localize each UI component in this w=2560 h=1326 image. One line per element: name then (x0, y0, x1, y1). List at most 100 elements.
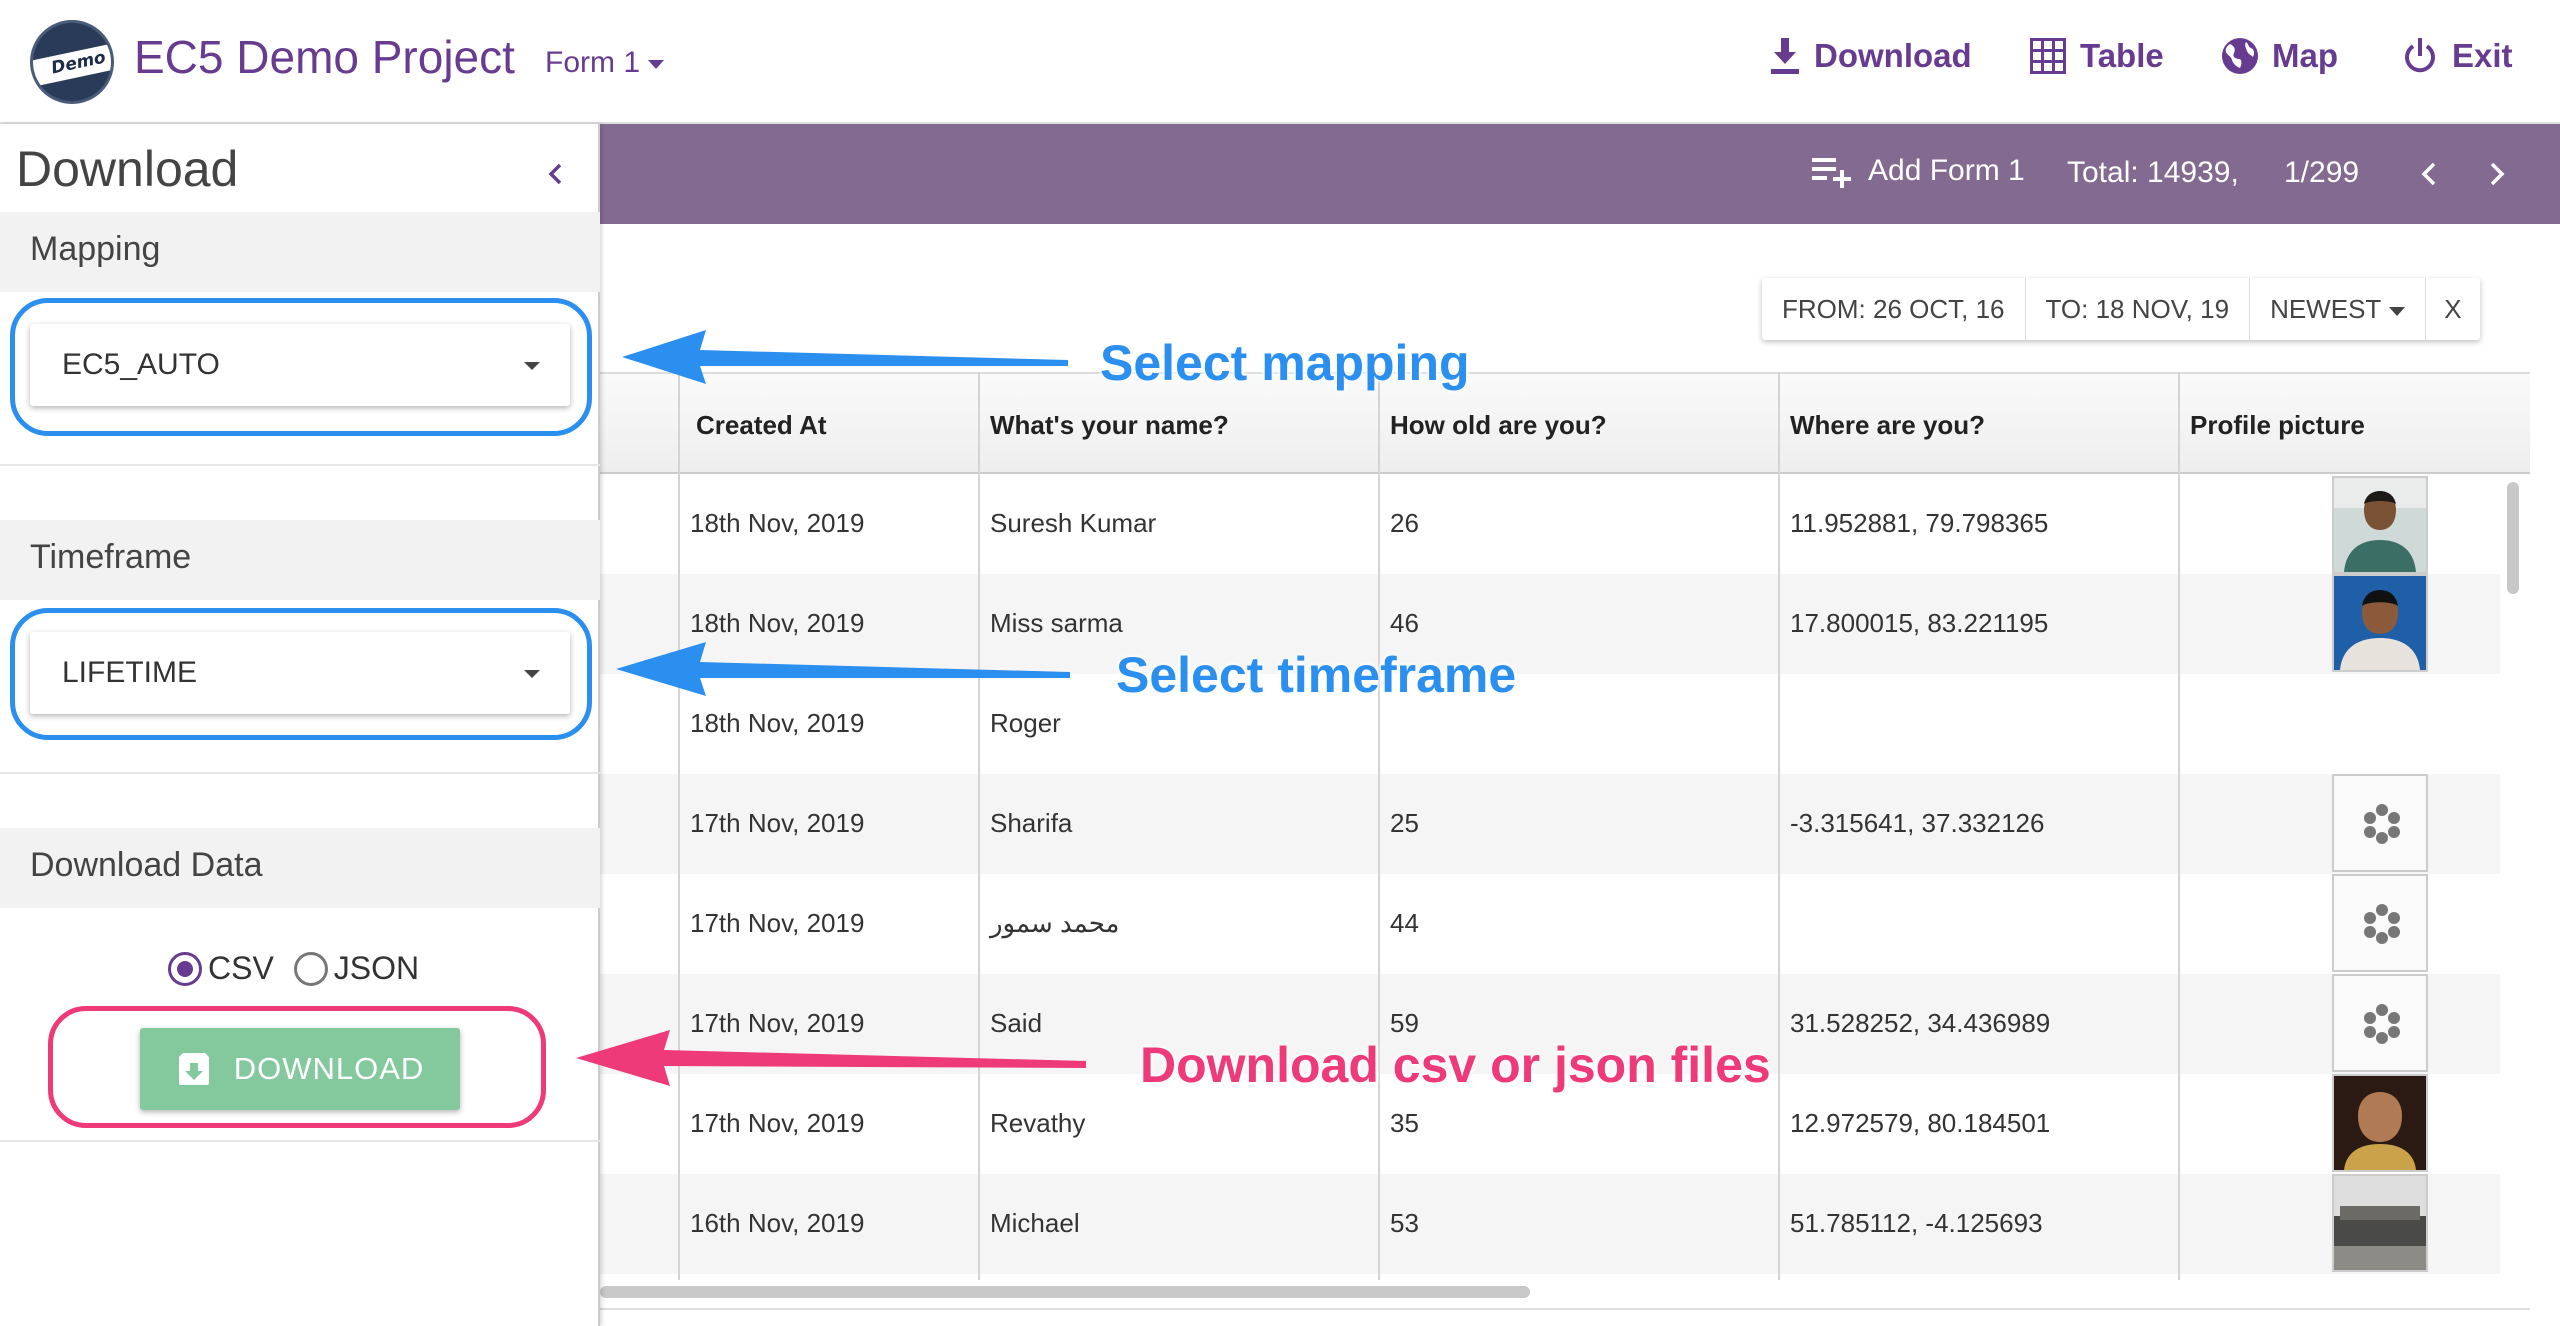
column-header-location[interactable]: Where are you? (1790, 410, 1985, 441)
timeframe-highlight (10, 608, 592, 740)
loading-spinner-icon (2362, 1004, 2402, 1044)
created-at-cell: 16th Nov, 2019 (690, 1208, 865, 1238)
nav-table-label: Table (2080, 37, 2164, 74)
profile-photo-image (2334, 478, 2426, 572)
profile-photo-image (2334, 1076, 2426, 1170)
column-divider (678, 372, 680, 1280)
name-cell: Michael (990, 1208, 1080, 1238)
location-cell: 17.800015, 83.221195 (1790, 608, 2049, 638)
chevron-right-icon (2490, 162, 2505, 186)
table-row[interactable]: 16th Nov, 2019 Michael 53 51.785112, -4.… (600, 1174, 2500, 1274)
table-row[interactable]: 18th Nov, 2019 Miss sarma 46 17.800015, … (600, 574, 2500, 674)
caret-down-icon (2389, 306, 2406, 316)
app-header: Demo EC5 Demo Project Form 1 Download Ta… (0, 0, 2560, 124)
profile-thumbnail[interactable] (2332, 1074, 2428, 1172)
name-cell: Revathy (990, 1108, 1086, 1138)
table-row[interactable]: 18th Nov, 2019 Suresh Kumar 26 11.952881… (600, 474, 2500, 574)
age-cell: 26 (1390, 508, 1419, 538)
sort-order-label: NEWEST (2270, 294, 2382, 324)
add-entry-label: Add Form 1 (1868, 154, 2025, 187)
age-cell: 44 (1390, 908, 1419, 938)
close-panel-button[interactable] (538, 156, 574, 192)
nav-map-label: Map (2272, 37, 2338, 74)
nav-download[interactable]: Download (1768, 36, 1972, 76)
sort-order-select[interactable]: NEWEST (2250, 278, 2427, 340)
table-row[interactable]: 18th Nov, 2019 Roger (600, 674, 2500, 774)
column-divider (2178, 372, 2180, 1280)
section-divider (0, 464, 600, 466)
age-cell: 53 (1390, 1208, 1419, 1238)
horizontal-scrollbar[interactable] (600, 1286, 1530, 1298)
add-entry-button[interactable]: Add Form 1 (1812, 154, 2025, 188)
column-divider (978, 372, 980, 1280)
table-header: Created At What's your name? How old are… (600, 372, 2530, 474)
nav-table[interactable]: Table (2028, 36, 2164, 76)
nav-exit[interactable]: Exit (2400, 36, 2513, 76)
page-indicator: 1/299 (2284, 156, 2360, 189)
column-header-created-at[interactable]: Created At (696, 410, 827, 441)
location-cell: 31.528252, 34.436989 (1790, 1008, 2051, 1038)
form-selector-label: Form 1 (545, 46, 641, 79)
project-logo[interactable]: Demo (30, 20, 114, 104)
annotation-download-files: Download csv or json files (1140, 1037, 1771, 1093)
filter-to-date[interactable]: TO: 18 NOV, 19 (2026, 278, 2251, 340)
panel-title: Download (16, 141, 239, 197)
profile-photo-image (2334, 1176, 2426, 1270)
records-toolbar: Add Form 1 Total: 14939, 1/299 (600, 124, 2560, 224)
profile-thumbnail[interactable] (2332, 1174, 2428, 1272)
filter-from-date[interactable]: FROM: 26 OCT, 16 (1762, 278, 2026, 340)
name-cell: محمد سمور (990, 908, 1120, 938)
section-divider (0, 772, 600, 774)
column-header-profile-picture[interactable]: Profile picture (2190, 410, 2365, 441)
chevron-left-icon (548, 163, 562, 185)
age-cell: 59 (1390, 1008, 1419, 1038)
column-header-age[interactable]: How old are you? (1390, 410, 1607, 441)
location-cell: -3.315641, 37.332126 (1790, 808, 2045, 838)
age-cell: 25 (1390, 808, 1419, 838)
mapping-section-heading: Mapping (0, 212, 600, 292)
table-row[interactable]: 17th Nov, 2019 محمد سمور 44 (600, 874, 2500, 974)
caret-down-icon (648, 59, 665, 69)
table-bottom-border (600, 1308, 2530, 1310)
profile-thumbnail[interactable] (2332, 874, 2428, 972)
timeframe-section-heading: Timeframe (0, 520, 600, 600)
filter-bar: FROM: 26 OCT, 16 TO: 18 NOV, 19 NEWEST X (1762, 278, 2480, 340)
profile-thumbnail[interactable] (2332, 574, 2428, 672)
created-at-cell: 18th Nov, 2019 (690, 608, 865, 638)
column-divider (1378, 372, 1380, 1280)
loading-spinner-icon (2362, 804, 2402, 844)
section-divider (0, 1140, 600, 1142)
json-radio[interactable] (293, 951, 328, 986)
nav-download-label: Download (1814, 37, 1972, 74)
json-radio-label[interactable]: JSON (334, 950, 419, 987)
vertical-scrollbar[interactable] (2507, 482, 2519, 594)
total-count: Total: 14939, (2067, 156, 2239, 189)
prev-page-button[interactable] (2410, 154, 2450, 194)
project-title[interactable]: EC5 Demo Project (134, 30, 515, 84)
profile-thumbnail[interactable] (2332, 974, 2428, 1072)
created-at-cell: 18th Nov, 2019 (690, 508, 865, 538)
globe-icon (2222, 38, 2258, 74)
created-at-cell: 17th Nov, 2019 (690, 808, 865, 838)
loading-spinner-icon (2362, 904, 2402, 944)
location-cell: 12.972579, 80.184501 (1790, 1108, 2051, 1138)
name-cell: Suresh Kumar (990, 508, 1157, 538)
format-radio-group: CSV JSON (168, 950, 419, 987)
entries-table: 18th Nov, 2019 Suresh Kumar 26 11.952881… (600, 372, 2530, 1280)
column-divider (1778, 372, 1780, 1280)
download-icon (1771, 38, 1799, 74)
profile-thumbnail[interactable] (2332, 476, 2428, 574)
table-row[interactable]: 17th Nov, 2019 Sharifa 25 -3.315641, 37.… (600, 774, 2500, 874)
form-selector[interactable]: Form 1 (545, 46, 665, 80)
column-header-name[interactable]: What's your name? (990, 410, 1229, 441)
csv-radio[interactable] (168, 951, 202, 986)
nav-map[interactable]: Map (2220, 36, 2338, 76)
clear-filters-button[interactable]: X (2426, 278, 2479, 340)
name-cell: Sharifa (990, 808, 1073, 838)
name-cell: Miss sarma (990, 608, 1123, 638)
next-page-button[interactable] (2476, 154, 2516, 194)
profile-thumbnail[interactable] (2332, 774, 2428, 872)
table-icon (2030, 38, 2066, 74)
created-at-cell: 18th Nov, 2019 (690, 708, 865, 738)
csv-radio-label[interactable]: CSV (208, 950, 274, 987)
